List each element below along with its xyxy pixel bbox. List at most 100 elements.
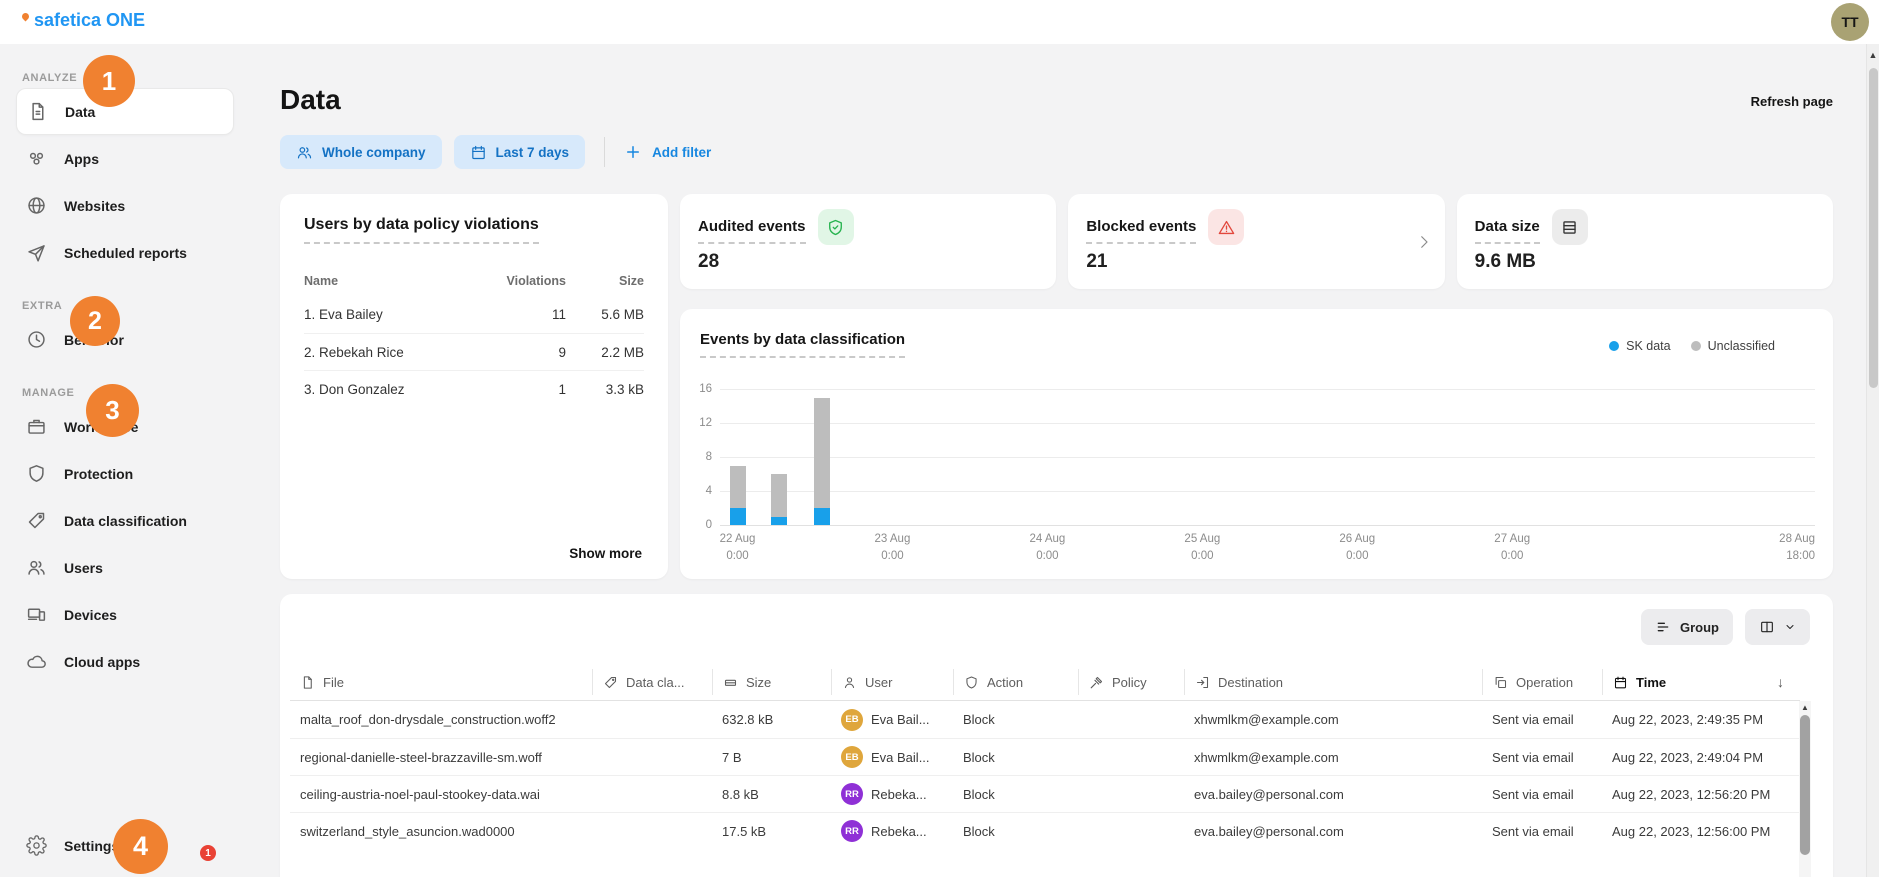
plus-icon <box>624 143 642 161</box>
settings-notification-badge: 1 <box>200 845 216 861</box>
table-row[interactable]: ceiling-austria-noel-paul-stookey-data.w… <box>290 775 1800 812</box>
column-header-user[interactable]: User <box>831 669 953 695</box>
shield-icon <box>964 675 979 690</box>
x-axis-tick-label: 28 Aug18:00 <box>1779 531 1815 564</box>
violations-count: 1 <box>480 382 566 397</box>
user-avatar[interactable]: TT <box>1831 3 1869 41</box>
violations-table-header: Name Violations Size <box>304 266 644 296</box>
sidebar-item-websites[interactable]: Websites <box>0 182 234 229</box>
destination-cell: xhwmlkm@example.com <box>1184 712 1482 727</box>
blocked-events-card: Blocked events 21 <box>1068 194 1444 289</box>
violations-count: 9 <box>480 345 566 360</box>
add-filter-button[interactable]: Add filter <box>624 143 711 161</box>
sidebar-item-label: Data <box>65 104 95 120</box>
destination-cell: xhwmlkm@example.com <box>1184 750 1482 765</box>
legend-label: Unclassified <box>1708 339 1775 353</box>
column-header-label: Data cla... <box>626 675 685 690</box>
policy-icon <box>1089 675 1104 690</box>
sidebar-section-label-extra: EXTRA <box>22 300 252 312</box>
filter-chip-last-7-days[interactable]: Last 7 days <box>454 135 586 169</box>
legend-item-sk-data: SK data <box>1609 339 1670 353</box>
column-header-action[interactable]: Action <box>953 669 1078 695</box>
refresh-page-button[interactable]: Refresh page <box>1751 94 1833 109</box>
y-axis-tick-label: 4 <box>706 485 712 497</box>
users-by-violations-card: Users by data policy violations Name Vio… <box>280 194 668 579</box>
column-header-data-cla[interactable]: Data cla... <box>592 669 712 695</box>
tag-icon <box>26 510 47 531</box>
action-cell: Block <box>953 824 1078 839</box>
gear-icon <box>26 835 47 856</box>
time-cell: Aug 22, 2023, 12:56:00 PM <box>1602 824 1800 839</box>
size-cell: 632.8 kB <box>712 712 831 727</box>
send-icon <box>26 242 47 263</box>
bar-segment-sk-data <box>771 517 787 526</box>
column-header-operation[interactable]: Operation <box>1482 669 1602 695</box>
scroll-up-icon[interactable]: ▲ <box>1799 703 1811 712</box>
chart-gridline: 8 <box>720 457 1815 458</box>
sidebar-item-devices[interactable]: Devices <box>0 591 234 638</box>
chart-gridline: 12 <box>720 423 1815 424</box>
chart-title: Events by data classification <box>700 331 905 358</box>
table-scrollbar-thumb[interactable] <box>1800 715 1810 855</box>
column-header-file[interactable]: File <box>290 669 592 695</box>
columns-button[interactable] <box>1745 609 1810 645</box>
sort-descending-icon[interactable]: ↓ <box>1777 674 1784 690</box>
annotation-step-3: 3 <box>86 384 139 437</box>
filter-chip-whole-company[interactable]: Whole company <box>280 135 442 169</box>
violations-row[interactable]: 1. Eva Bailey115.6 MB <box>304 296 644 333</box>
violations-row[interactable]: 2. Rebekah Rice92.2 MB <box>304 333 644 370</box>
column-header-size[interactable]: Size <box>712 669 831 695</box>
sidebar-item-data-classification[interactable]: Data classification <box>0 497 234 544</box>
table-row[interactable]: switzerland_style_asuncion.wad000017.5 k… <box>290 812 1800 849</box>
action-cell: Block <box>953 787 1078 802</box>
sidebar-item-label: Apps <box>64 151 99 167</box>
data-size-value: 9.6 MB <box>1475 251 1815 273</box>
column-header-label: Time <box>1636 675 1666 690</box>
column-header-time[interactable]: Time ↓ <box>1602 669 1800 695</box>
sidebar-item-users[interactable]: Users <box>0 544 234 591</box>
group-button-label: Group <box>1680 620 1719 635</box>
add-filter-label: Add filter <box>652 145 711 160</box>
devices-icon <box>26 604 47 625</box>
annotation-step-2: 2 <box>70 296 120 346</box>
table-row[interactable]: malta_roof_don-drysdale_construction.wof… <box>290 701 1800 738</box>
brand-product: ONE <box>106 10 145 31</box>
audited-events-card: Audited events 28 <box>680 194 1056 289</box>
bar-segment-sk-data <box>730 508 746 525</box>
column-header-policy[interactable]: Policy <box>1078 669 1184 695</box>
page-scrollbar-thumb[interactable] <box>1869 68 1878 388</box>
chart-legend: SK data Unclassified <box>1609 339 1775 353</box>
tag-icon <box>603 675 618 690</box>
logo-drop-icon <box>21 12 31 22</box>
violations-size: 2.2 MB <box>566 345 644 360</box>
main-content: Data Refresh page Whole company Last 7 d… <box>252 44 1866 877</box>
table-scrollbar[interactable]: ▲ ▼ <box>1799 701 1811 877</box>
shield-icon <box>26 463 47 484</box>
sidebar-item-protection[interactable]: Protection <box>0 450 234 497</box>
operation-cell: Sent via email <box>1482 750 1602 765</box>
column-header-destination[interactable]: Destination <box>1184 669 1482 695</box>
scroll-up-icon[interactable]: ▲ <box>1867 50 1879 60</box>
sidebar-item-apps[interactable]: Apps <box>0 135 234 182</box>
show-more-button[interactable]: Show more <box>569 546 642 561</box>
file-cell: switzerland_style_asuncion.wad0000 <box>290 824 592 839</box>
time-cell: Aug 22, 2023, 12:56:20 PM <box>1602 787 1800 802</box>
x-axis-tick-label: 22 Aug0:00 <box>720 531 756 564</box>
page-scrollbar[interactable]: ▲ <box>1866 44 1879 877</box>
chevron-right-icon[interactable] <box>1415 233 1433 251</box>
legend-dot <box>1609 341 1619 351</box>
safetica-logo[interactable]: safetica ONE <box>22 10 145 31</box>
chevron-down-icon <box>1784 621 1796 633</box>
events-table-card: Group File Data cla... Size UserActionPolic… <box>280 594 1833 877</box>
warning-icon <box>1217 218 1236 237</box>
table-row[interactable]: regional-danielle-steel-brazzaville-sm.w… <box>290 738 1800 775</box>
data-size-card: Data size 9.6 MB <box>1457 194 1833 289</box>
sidebar-item-scheduled-reports[interactable]: Scheduled reports <box>0 229 234 276</box>
sidebar-item-cloud-apps[interactable]: Cloud apps <box>0 638 234 685</box>
time-cell: Aug 22, 2023, 2:49:35 PM <box>1602 712 1800 727</box>
group-button[interactable]: Group <box>1641 609 1733 645</box>
events-chart-card: Events by data classification SK data Unc… <box>680 309 1833 579</box>
column-header-label: Size <box>746 675 771 690</box>
violations-row[interactable]: 3. Don Gonzalez13.3 kB <box>304 370 644 407</box>
operation-cell: Sent via email <box>1482 787 1602 802</box>
